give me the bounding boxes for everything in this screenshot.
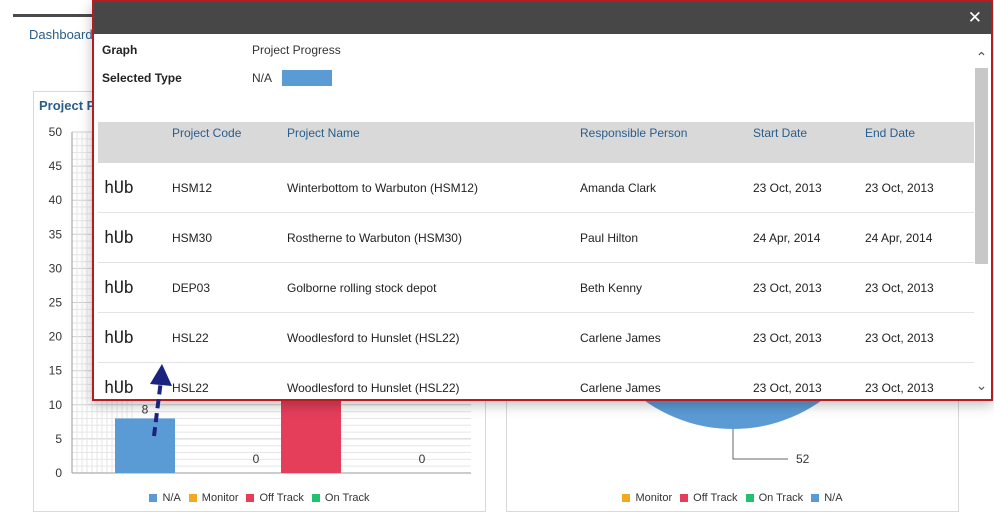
cell-project-name: Woodlesford to Hunslet (HSL22) xyxy=(287,381,460,395)
legend-item[interactable]: Off Track xyxy=(246,492,304,504)
table-row[interactable]: hUb HSM12 Winterbottom to Warbuton (HSM12)… xyxy=(98,163,974,213)
cell-project-name: Woodlesford to Hunslet (HSL22) xyxy=(287,331,460,345)
hub-logo-icon: hUb xyxy=(104,378,134,398)
project-list-modal: ✕ Graph Project Progress Selected Type N/A… xyxy=(92,0,993,401)
legend-label: N/A xyxy=(824,492,843,504)
y-tick-label: 40 xyxy=(49,193,63,207)
legend-label: On Track xyxy=(758,492,804,504)
table-row[interactable]: hUb HSM30 Rostherne to Warbuton (HSM30) Pau… xyxy=(98,213,974,263)
legend-swatch xyxy=(680,494,689,502)
legend-item[interactable]: N/A xyxy=(149,492,181,504)
cell-project-code: HSL22 xyxy=(172,331,209,345)
legend-swatch xyxy=(188,494,197,502)
chevron-up-icon[interactable]: ⌃ xyxy=(974,50,989,65)
legend-swatch xyxy=(246,494,255,502)
legend-item[interactable]: On Track xyxy=(311,492,370,504)
col-responsible-person[interactable]: Responsible Person xyxy=(580,126,687,140)
cell-responsible-person: Amanda Clark xyxy=(580,181,657,195)
cell-project-name: Winterbottom to Warbuton (HSM12) xyxy=(287,181,478,195)
hub-logo-icon: hUb xyxy=(104,228,134,248)
hub-logo-icon: hUb xyxy=(104,328,134,348)
legend-swatch xyxy=(811,494,820,502)
table-scrollbar[interactable]: ⌃ ⌄ xyxy=(974,42,989,393)
table-header: Project Code Project Name Responsible Pe… xyxy=(98,122,974,163)
y-tick-label: 35 xyxy=(49,227,63,241)
annotation-arrow-icon xyxy=(150,364,172,437)
y-tick-label: 20 xyxy=(49,330,63,344)
col-start-date[interactable]: Start Date xyxy=(753,126,807,140)
legend-label: Off Track xyxy=(259,492,304,504)
selected-type-value: N/A xyxy=(252,71,273,85)
project-table: Project Code Project Name Responsible Pe… xyxy=(98,122,974,399)
cell-start-date: 23 Oct, 2013 xyxy=(753,331,822,345)
legend-item[interactable]: Monitor xyxy=(188,492,239,504)
legend-swatch xyxy=(311,494,320,502)
hub-logo-icon: hUb xyxy=(104,278,134,298)
cell-start-date: 23 Oct, 2013 xyxy=(753,281,822,295)
legend-label: N/A xyxy=(162,492,181,504)
legend-label: Monitor xyxy=(201,492,239,504)
legend-swatch xyxy=(745,494,754,502)
table-row[interactable]: hUb DEP03 Golborne rolling stock depot Beth… xyxy=(98,263,974,313)
bar-value-label: 0 xyxy=(253,452,260,466)
selected-type-swatch xyxy=(282,70,333,86)
bar-chart-legend: N/A Monitor Off Track On Track xyxy=(34,492,485,504)
y-tick-label: 15 xyxy=(49,364,63,378)
col-project-name[interactable]: Project Name xyxy=(287,126,360,140)
legend-swatch xyxy=(149,494,158,502)
legend-item[interactable]: N/A xyxy=(811,492,843,504)
cell-end-date: 23 Oct, 2013 xyxy=(865,381,934,395)
col-end-date[interactable]: End Date xyxy=(865,126,915,140)
graph-label: Graph xyxy=(102,43,138,57)
cell-project-name: Rostherne to Warbuton (HSM30) xyxy=(287,231,462,245)
cell-responsible-person: Carlene James xyxy=(580,381,661,395)
pie-leader-line xyxy=(732,429,788,460)
table-row[interactable]: hUb HSL22 Woodlesford to Hunslet (HSL22) Ca… xyxy=(98,313,974,363)
y-tick-label: 50 xyxy=(49,125,63,139)
y-tick-label: 45 xyxy=(49,159,63,173)
col-project-code[interactable]: Project Code xyxy=(172,126,241,140)
cell-project-name: Golborne rolling stock depot xyxy=(287,281,437,295)
modal-header: ✕ xyxy=(94,2,991,34)
cell-project-code: HSM12 xyxy=(172,181,213,195)
y-tick-label: 0 xyxy=(55,466,62,480)
legend-label: Off Track xyxy=(693,492,738,504)
selected-type-label: Selected Type xyxy=(102,71,182,85)
close-icon[interactable]: ✕ xyxy=(968,8,982,28)
legend-item[interactable]: Off Track xyxy=(680,492,738,504)
cell-start-date: 23 Oct, 2013 xyxy=(753,381,822,395)
legend-item[interactable]: Monitor xyxy=(622,492,672,504)
cell-end-date: 23 Oct, 2013 xyxy=(865,281,934,295)
tab-dashboard[interactable]: Dashboard xyxy=(29,27,93,42)
cell-start-date: 23 Oct, 2013 xyxy=(753,181,822,195)
pie-data-label: 52 xyxy=(796,452,810,466)
scrollbar-thumb[interactable] xyxy=(975,68,988,264)
y-tick-label: 25 xyxy=(49,296,63,310)
cell-start-date: 24 Apr, 2014 xyxy=(753,231,821,245)
table-row[interactable]: hUb HSL22 Woodlesford to Hunslet (HSL22) Ca… xyxy=(98,363,974,399)
legend-item[interactable]: On Track xyxy=(745,492,804,504)
y-tick-label: 10 xyxy=(49,398,63,412)
cell-responsible-person: Carlene James xyxy=(580,331,661,345)
graph-info-row: Graph Project Progress xyxy=(102,43,341,57)
y-tick-label: 30 xyxy=(49,261,63,275)
cell-responsible-person: Beth Kenny xyxy=(580,281,643,295)
hub-logo-icon: hUb xyxy=(104,178,134,198)
cell-end-date: 23 Oct, 2013 xyxy=(865,181,934,195)
graph-value: Project Progress xyxy=(252,43,341,57)
pie-chart-legend: Monitor Off Track On Track N/A xyxy=(507,492,958,504)
legend-swatch xyxy=(622,494,631,502)
cell-project-code: DEP03 xyxy=(172,281,211,295)
cell-responsible-person: Paul Hilton xyxy=(580,231,639,245)
bar-value-label: 0 xyxy=(419,452,426,466)
legend-label: On Track xyxy=(324,492,370,504)
y-tick-label: 5 xyxy=(55,432,62,446)
selected-type-row: Selected Type N/A xyxy=(102,70,333,86)
legend-label: Monitor xyxy=(635,492,673,504)
tab-underline xyxy=(13,14,93,17)
cell-end-date: 24 Apr, 2014 xyxy=(865,231,933,245)
cell-end-date: 23 Oct, 2013 xyxy=(865,331,934,345)
cell-project-code: HSM30 xyxy=(172,231,213,245)
chevron-down-icon[interactable]: ⌄ xyxy=(974,378,989,393)
